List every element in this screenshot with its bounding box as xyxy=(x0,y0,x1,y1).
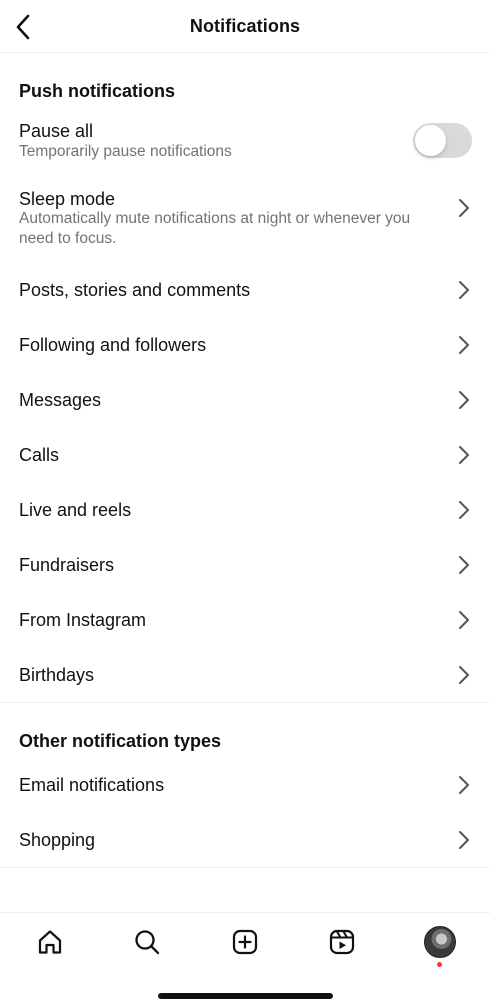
section-divider xyxy=(0,702,490,703)
home-tab[interactable] xyxy=(30,927,70,957)
pause-all-toggle[interactable] xyxy=(413,123,472,158)
list-item-label: Following and followers xyxy=(19,335,207,355)
list-item-label: Messages xyxy=(19,390,102,410)
toggle-knob xyxy=(415,125,446,156)
chevron-right-icon xyxy=(459,831,469,849)
home-indicator xyxy=(158,993,333,999)
chevron-right-icon xyxy=(459,501,469,519)
sleep-mode-label: Sleep mode xyxy=(19,189,116,209)
list-item-label: Email notifications xyxy=(19,775,165,795)
search-tab[interactable] xyxy=(127,927,167,957)
list-item-label: Birthdays xyxy=(19,665,95,685)
chevron-right-icon xyxy=(459,336,469,354)
notification-dot xyxy=(437,962,442,967)
list-item-label: Live and reels xyxy=(19,500,132,520)
list-item-shopping[interactable]: Shopping xyxy=(0,822,490,858)
reels-icon xyxy=(329,929,355,955)
list-item-label: Calls xyxy=(19,445,60,465)
chevron-right-icon xyxy=(459,446,469,464)
list-item-label: Posts, stories and comments xyxy=(19,280,251,300)
section-title-other: Other notification types xyxy=(19,731,222,751)
section-divider xyxy=(0,867,490,868)
chevron-right-icon xyxy=(459,666,469,684)
page-title: Notifications xyxy=(189,16,301,36)
list-item-calls[interactable]: Calls xyxy=(0,437,490,473)
chevron-right-icon xyxy=(459,776,469,794)
pause-all-subtitle: Temporarily pause notifications xyxy=(19,143,232,160)
create-icon xyxy=(232,929,258,955)
list-item-label: Shopping xyxy=(19,830,96,850)
chevron-right-icon xyxy=(459,281,469,299)
chevron-right-icon xyxy=(459,199,469,217)
pause-all-label: Pause all xyxy=(19,121,94,141)
list-item-fundraisers[interactable]: Fundraisers xyxy=(0,547,490,583)
list-item-birthdays[interactable]: Birthdays xyxy=(0,657,490,693)
chevron-right-icon xyxy=(459,391,469,409)
chevron-right-icon xyxy=(459,556,469,574)
list-item-following[interactable]: Following and followers xyxy=(0,327,490,363)
create-tab[interactable] xyxy=(225,927,265,957)
list-item-live-reels[interactable]: Live and reels xyxy=(0,492,490,528)
list-item-label: From Instagram xyxy=(19,610,147,630)
list-item-label: Fundraisers xyxy=(19,555,115,575)
profile-avatar[interactable] xyxy=(424,926,456,958)
chevron-right-icon xyxy=(459,611,469,629)
sleep-mode-subtitle: Automatically mute notifications at nigh… xyxy=(19,210,411,247)
list-item-messages[interactable]: Messages xyxy=(0,382,490,418)
list-item-posts[interactable]: Posts, stories and comments xyxy=(0,272,490,308)
header-bar: Notifications xyxy=(0,0,490,53)
home-icon xyxy=(38,930,62,954)
sleep-mode-row[interactable]: Sleep mode Automatically mute notificati… xyxy=(0,183,490,253)
list-item-email[interactable]: Email notifications xyxy=(0,767,490,803)
section-title-push: Push notifications xyxy=(19,81,176,101)
search-icon xyxy=(135,930,160,955)
reels-tab[interactable] xyxy=(322,927,362,957)
list-item-from-instagram[interactable]: From Instagram xyxy=(0,602,490,638)
